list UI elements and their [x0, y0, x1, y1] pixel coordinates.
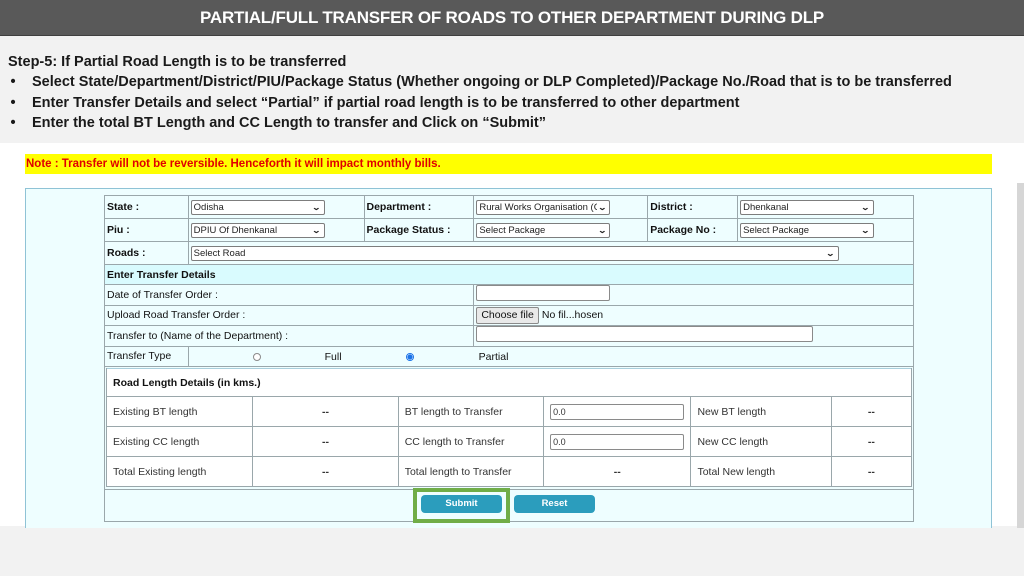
new-bt-value: -- [830, 396, 913, 427]
total-transfer-label: Total length to Transfer [397, 456, 545, 487]
bullet-icon: • [10, 74, 16, 90]
length-row: Existing BT length -- BT length to Trans… [105, 396, 913, 427]
form-row: Transfer to (Name of the Department) : [103, 325, 914, 347]
piu-label: Piu : [104, 218, 189, 242]
department-label: Department : [363, 195, 475, 219]
total-existing-value: -- [252, 456, 399, 487]
file-status: No fil...hosen [541, 308, 604, 321]
transfer-type-label: Transfer Type [104, 345, 189, 367]
package-no-label: Package No : [647, 218, 739, 242]
transfer-type-row: Transfer Type Full Partial [104, 345, 915, 367]
partial-radio[interactable] [405, 352, 414, 361]
app-screenshot: Note : Transfer will not be reversible. … [0, 143, 1024, 528]
roads-select[interactable]: Select Road ⌄ [190, 245, 839, 261]
total-new-label: Total New length [690, 456, 832, 487]
district-select[interactable]: Dhenkanal ⌄ [740, 199, 875, 215]
chevron-down-icon: ⌄ [597, 202, 607, 212]
road-length-heading-row: Road Length Details (in kms.) [106, 368, 912, 397]
bt-transfer-label: BT length to Transfer [397, 396, 545, 427]
chevron-down-icon: ⌄ [311, 225, 321, 235]
new-bt-label: New BT length [690, 396, 832, 427]
filter-row: State : Odisha ⌄ Department : Rural Works… [104, 195, 914, 219]
length-row: Existing CC length -- CC length to Trans… [105, 426, 913, 457]
bullet-icon: • [10, 115, 16, 131]
full-radio[interactable] [252, 352, 261, 361]
roads-label: Roads : [104, 241, 189, 265]
date-label: Date of Transfer Order : [103, 284, 475, 306]
slide-title: PARTIAL/FULL TRANSFER OF ROADS TO OTHER … [0, 0, 1024, 36]
package-status-label: Package Status : [363, 218, 475, 242]
full-option-label: Full [324, 350, 342, 363]
partial-option-label: Partial [478, 350, 509, 363]
actions-row: Submit Reset [104, 488, 914, 523]
section-header: Enter Transfer Details [104, 264, 914, 285]
scrollbar[interactable] [1017, 183, 1024, 528]
instruction-item: • Enter the total BT Length and CC Length… [8, 113, 1018, 134]
filter-row: Piu : DPIU Of Dhenkanal ⌄ Package Status … [104, 218, 914, 242]
transfer-details-heading: Enter Transfer Details [104, 264, 914, 285]
instruction-text: Enter Transfer Details and select “Parti… [32, 94, 740, 111]
road-length-heading: Road Length Details (in kms.) [106, 368, 912, 397]
cc-transfer-label: CC length to Transfer [397, 426, 545, 457]
bullet-icon: • [10, 94, 16, 111]
road-length-row: Road Length Details (in kms.) Existing B… [104, 366, 914, 490]
instructions: Step-5: If Partial Road Length is to be … [8, 52, 1018, 134]
warning-note: Note : Transfer will not be reversible. … [25, 154, 992, 174]
chevron-down-icon: ⌄ [825, 248, 835, 258]
existing-cc-value: -- [252, 426, 399, 457]
choose-file-button[interactable]: Choose file [476, 306, 539, 324]
form-row: Date of Transfer Order : [103, 284, 914, 306]
transfer-to-department-input[interactable] [476, 326, 814, 343]
package-no-select[interactable]: Select Package ⌄ [740, 222, 875, 238]
chevron-down-icon: ⌄ [597, 225, 607, 235]
total-existing-label: Total Existing length [105, 456, 254, 487]
transfer-form-panel: State : Odisha ⌄ Department : Rural Works… [25, 188, 992, 528]
chevron-down-icon: ⌄ [311, 202, 321, 212]
existing-bt-label: Existing BT length [105, 396, 254, 427]
reset-button[interactable]: Reset [514, 495, 595, 513]
instruction-text: Enter the total BT Length and CC Length … [32, 115, 546, 131]
transfer-to-label: Transfer to (Name of the Department) : [103, 325, 475, 347]
total-transfer-value: -- [543, 456, 692, 487]
step-heading: Step-5: If Partial Road Length is to be … [8, 54, 347, 70]
district-label: District : [647, 195, 739, 219]
chevron-down-icon: ⌄ [861, 202, 871, 212]
transfer-form: State : Odisha ⌄ Department : Rural Works… [103, 195, 915, 523]
chevron-down-icon: ⌄ [861, 225, 871, 235]
department-select[interactable]: Rural Works Organisation (C ⌄ [476, 199, 611, 215]
date-of-transfer-input[interactable] [476, 285, 611, 302]
instruction-text: Select State/Department/District/PIU/Pac… [32, 74, 952, 90]
package-status-select[interactable]: Select Package ⌄ [476, 222, 611, 238]
new-cc-value: -- [830, 426, 913, 457]
submit-button[interactable]: Submit [421, 495, 502, 513]
length-row: Total Existing length -- Total length to… [105, 456, 913, 487]
new-cc-label: New CC length [690, 426, 832, 457]
instruction-item: • Enter Transfer Details and select “Part… [8, 93, 1018, 114]
form-row: Upload Road Transfer Order : Choose file… [103, 304, 914, 326]
piu-select[interactable]: DPIU Of Dhenkanal ⌄ [190, 222, 325, 238]
instruction-list: • Select State/Department/District/PIU/Pa… [8, 72, 1018, 134]
existing-bt-value: -- [252, 396, 399, 427]
instruction-item: • Select State/Department/District/PIU/Pa… [8, 72, 1018, 93]
filter-row: Roads : Select Road ⌄ [104, 241, 915, 265]
existing-cc-label: Existing CC length [105, 426, 254, 457]
state-select[interactable]: Odisha ⌄ [190, 199, 325, 215]
bt-length-to-transfer-input[interactable]: 0.0 [550, 403, 685, 420]
road-length-table: Road Length Details (in kms.) Existing B… [105, 368, 913, 487]
cc-length-to-transfer-input[interactable]: 0.0 [550, 433, 685, 450]
upload-label: Upload Road Transfer Order : [103, 304, 475, 326]
state-label: State : [104, 195, 189, 219]
total-new-value: -- [830, 456, 913, 487]
